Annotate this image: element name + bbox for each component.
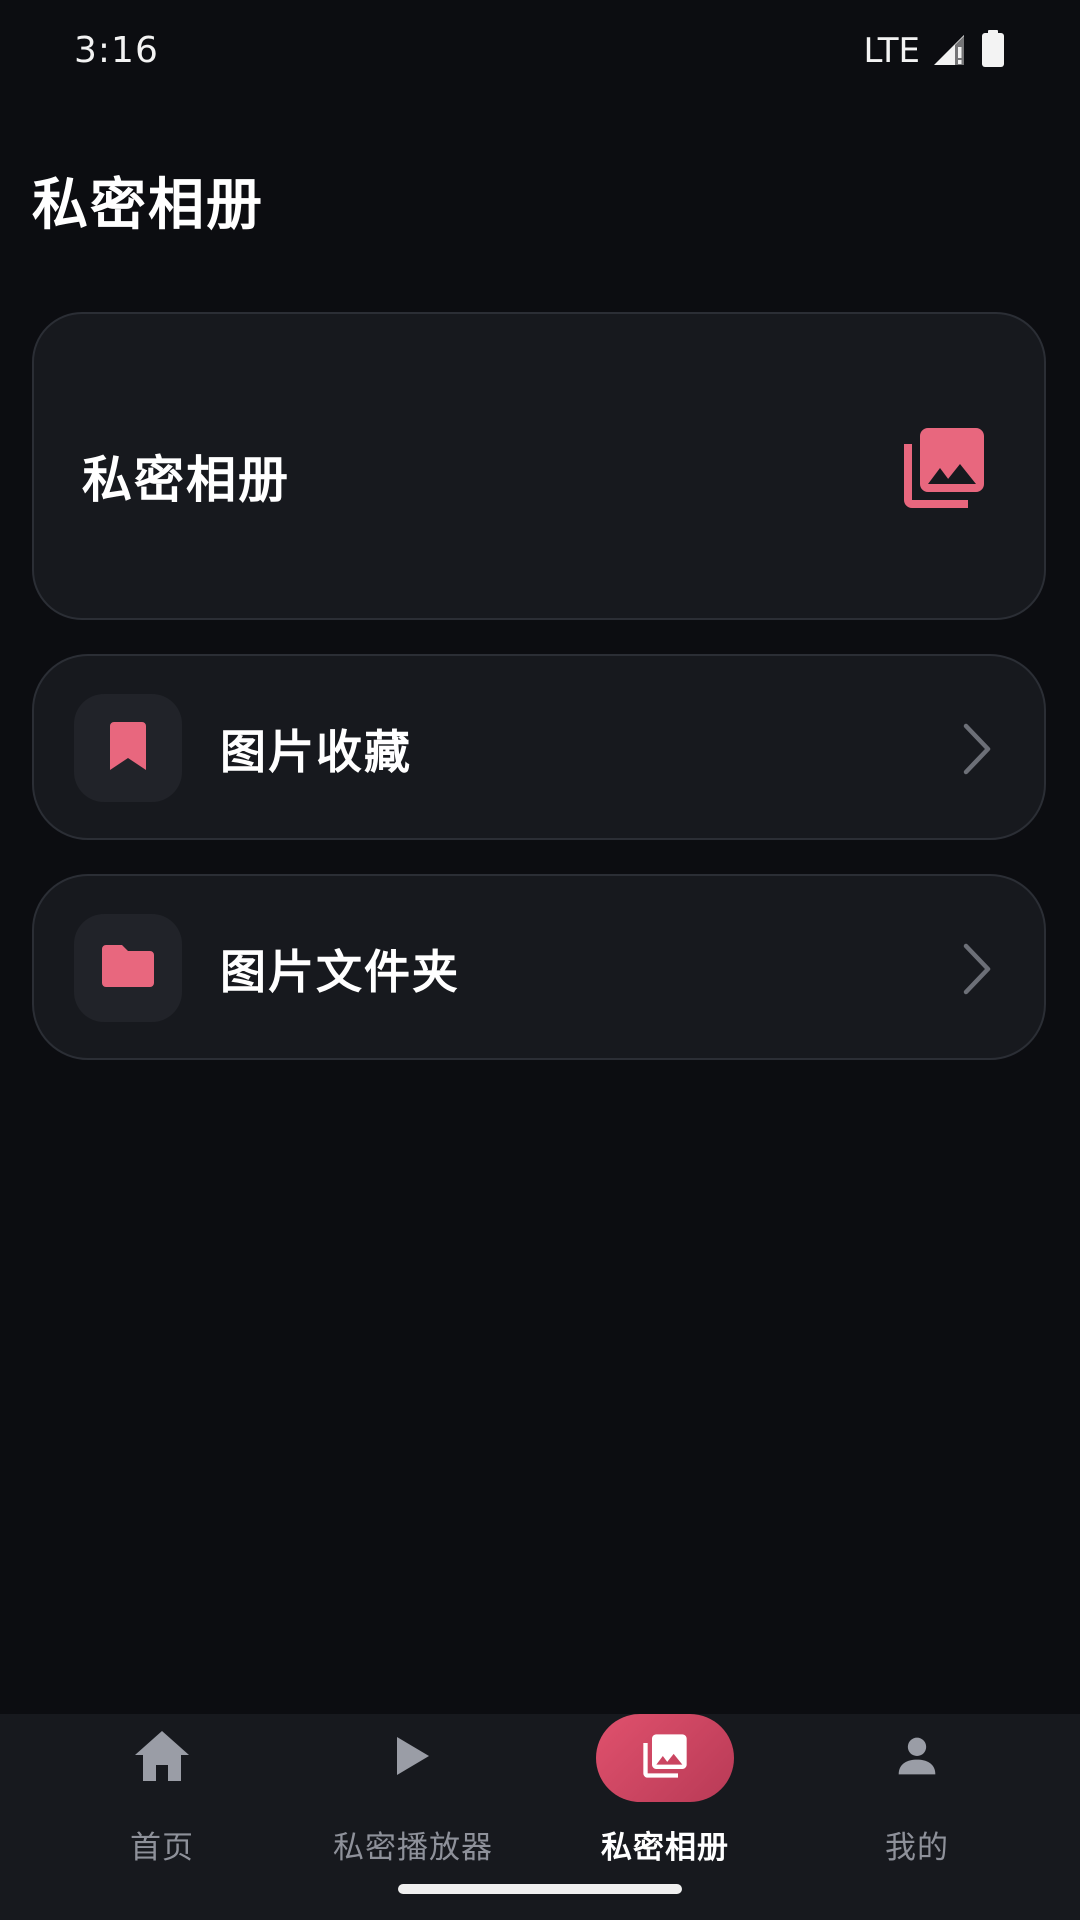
home-indicator[interactable]	[398, 1884, 682, 1894]
nav-label: 私密相册	[601, 1830, 729, 1866]
play-icon	[397, 1737, 429, 1779]
network-type: LTE	[863, 31, 920, 71]
private-album-card-label: 私密相册	[82, 451, 290, 509]
folder-icon	[102, 945, 154, 991]
nav-item-private-player[interactable]: 私密播放器	[278, 1714, 548, 1894]
chevron-right-icon	[960, 722, 994, 776]
nav-label: 私密播放器	[333, 1830, 493, 1866]
nav-icon-container	[93, 1714, 231, 1802]
battery-icon	[980, 30, 1006, 72]
nav-item-home[interactable]: 首页	[27, 1714, 297, 1894]
nav-label: 我的	[885, 1830, 949, 1866]
photo-library-icon	[896, 420, 992, 516]
private-album-card[interactable]: 私密相册	[32, 312, 1046, 620]
nav-label: 首页	[130, 1830, 194, 1866]
row-label: 图片文件夹	[220, 945, 460, 999]
image-folders-row[interactable]: 图片文件夹	[32, 874, 1046, 1060]
status-time: 3:16	[74, 30, 159, 71]
home-icon	[135, 1731, 189, 1785]
image-favorites-row[interactable]: 图片收藏	[32, 654, 1046, 840]
row-icon-container	[74, 694, 182, 802]
status-icons: LTE	[863, 30, 1006, 72]
status-bar: 3:16 LTE	[0, 0, 1080, 104]
nav-item-private-album[interactable]: 私密相册	[530, 1714, 800, 1894]
signal-icon	[932, 31, 968, 71]
row-label: 图片收藏	[220, 725, 412, 779]
nav-icon-container	[848, 1714, 986, 1802]
page-title: 私密相册	[32, 173, 264, 238]
nav-icon-container-active	[596, 1714, 734, 1802]
person-icon	[895, 1734, 939, 1782]
bookmark-icon	[108, 722, 148, 774]
screen: 3:16 LTE 私密相册 私密相册 图片收藏 图片文件夹 首页 私密播放器 私…	[0, 0, 1080, 1920]
photo-library-icon	[639, 1730, 691, 1786]
row-icon-container	[74, 914, 182, 1022]
chevron-right-icon	[960, 942, 994, 996]
nav-item-mine[interactable]: 我的	[782, 1714, 1052, 1894]
nav-icon-container	[344, 1714, 482, 1802]
